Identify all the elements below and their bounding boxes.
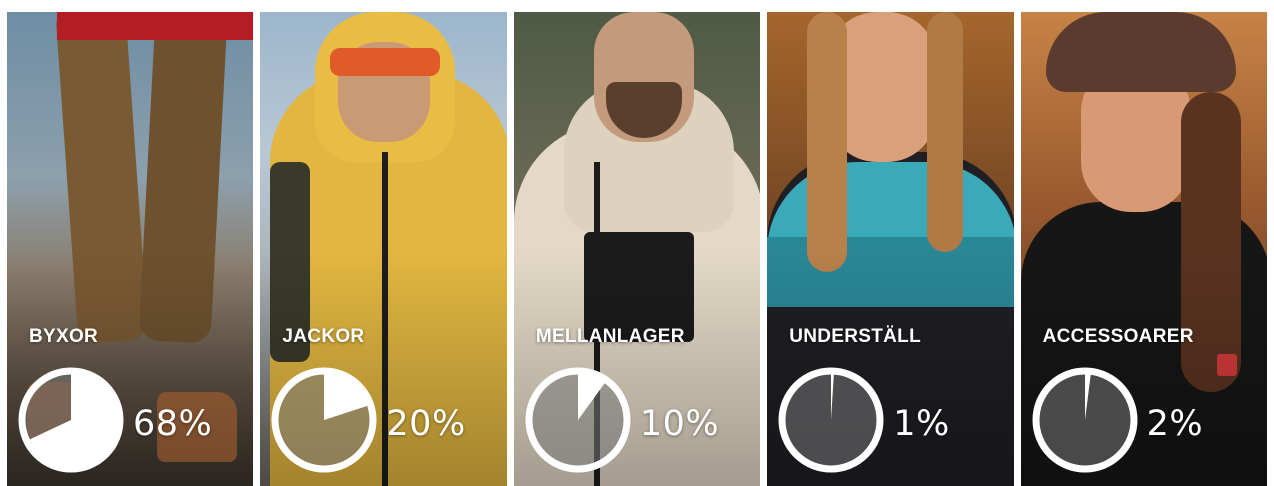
category-label: UNDERSTÄLL	[789, 326, 921, 347]
share-percentage: 10%	[639, 404, 720, 444]
share-pie-gauge	[18, 367, 124, 473]
share-percentage: 2%	[1146, 404, 1204, 444]
share-pie-gauge	[271, 367, 377, 473]
category-card-mellanlager[interactable]: MELLANLAGER 10%	[513, 12, 761, 486]
category-card-accessoarer[interactable]: ACCESSOARER 2%	[1020, 12, 1268, 486]
share-percentage: 20%	[386, 404, 466, 444]
category-share-strip: BYXOR 68% JACKOR 20% MELLANLAGER 10% UND…	[7, 12, 1268, 486]
category-label: ACCESSOARER	[1042, 326, 1194, 347]
share-percentage: 1%	[893, 404, 950, 444]
category-label: MELLANLAGER	[535, 326, 685, 347]
category-card-understall[interactable]: UNDERSTÄLL 1%	[767, 12, 1014, 486]
share-pie-gauge	[1032, 367, 1138, 473]
share-pie-gauge	[778, 367, 884, 473]
share-pie-gauge	[525, 367, 631, 473]
category-card-jackor[interactable]: JACKOR 20%	[260, 12, 507, 486]
category-label: JACKOR	[282, 326, 365, 347]
share-percentage: 68%	[133, 404, 213, 444]
category-card-byxor[interactable]: BYXOR 68%	[7, 12, 254, 486]
category-label: BYXOR	[29, 326, 99, 347]
